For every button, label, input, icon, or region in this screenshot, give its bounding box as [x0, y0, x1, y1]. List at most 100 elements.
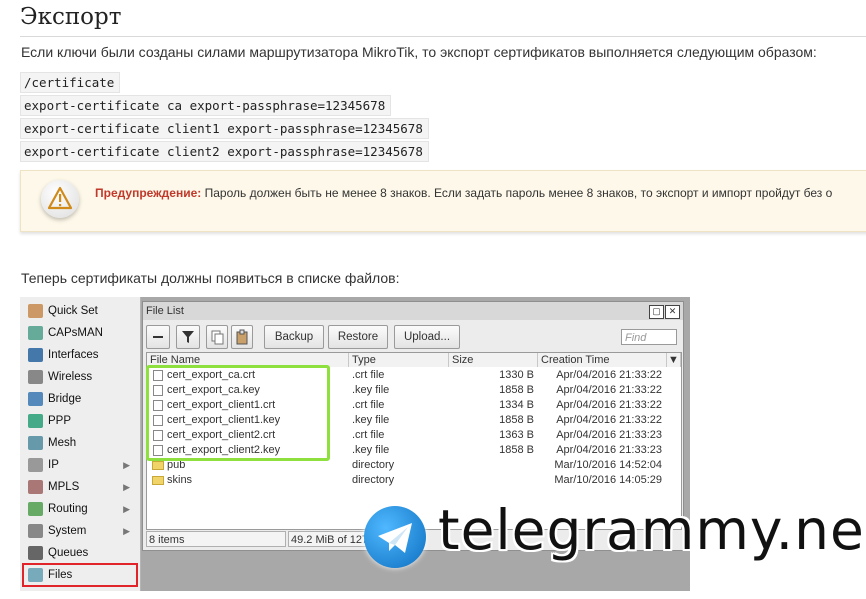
- folder-icon: [152, 476, 164, 485]
- remove-button[interactable]: [146, 325, 170, 349]
- folder-icon: [152, 461, 164, 470]
- code-line: export-certificate client1 export-passph…: [20, 118, 429, 139]
- file-type-cell: .crt file: [352, 369, 385, 381]
- wireless-icon: [28, 370, 43, 384]
- paste-icon: [236, 329, 248, 345]
- system-icon: [28, 524, 43, 538]
- file-type-cell: .key file: [352, 444, 390, 456]
- copy-button[interactable]: [206, 325, 228, 349]
- mesh-icon: [28, 436, 43, 450]
- file-type-cell: .key file: [352, 414, 390, 426]
- submenu-arrow-icon: ▶: [123, 482, 130, 492]
- file-time-cell: Mar/10/2016 14:52:04: [554, 459, 662, 471]
- submenu-arrow-icon: ▶: [123, 526, 130, 536]
- file-size-cell: 1363 B: [499, 429, 534, 441]
- maximize-icon[interactable]: ▢: [649, 305, 664, 319]
- file-name-cell: skins: [167, 474, 193, 486]
- sidebar-item-system[interactable]: System ▶: [20, 520, 138, 542]
- routing-icon: [28, 502, 43, 516]
- file-size-cell: 1330 B: [499, 369, 534, 381]
- column-header-size[interactable]: Size: [449, 353, 538, 367]
- sidebar-item-mpls[interactable]: MPLS ▶: [20, 476, 138, 498]
- bridge-icon: [28, 392, 43, 406]
- sidebar-item-label: Bridge: [48, 393, 82, 405]
- file-size-cell: 1858 B: [499, 384, 534, 396]
- warning-text: Предупреждение: Пароль должен быть не ме…: [95, 186, 832, 200]
- sidebar-item-label: IP: [48, 459, 59, 471]
- find-input[interactable]: Find: [621, 329, 677, 345]
- sidebar-item-mesh[interactable]: Mesh: [20, 432, 138, 454]
- column-header-type[interactable]: Type: [349, 353, 449, 367]
- interfaces-icon: [28, 348, 43, 362]
- sidebar-item-routing[interactable]: Routing ▶: [20, 498, 138, 520]
- backup-button[interactable]: Backup: [264, 325, 324, 349]
- minus-icon: [153, 336, 163, 338]
- sidebar-item-label: Quick Set: [48, 305, 98, 317]
- table-row[interactable]: skins directory Mar/10/2016 14:05:29: [147, 473, 681, 488]
- sidebar-item-bridge[interactable]: Bridge: [20, 388, 138, 410]
- warning-message: Пароль должен быть не менее 8 знаков. Ес…: [204, 186, 833, 200]
- file-time-cell: Apr/04/2016 21:33:22: [556, 414, 662, 426]
- status-item-count: 8 items: [146, 531, 286, 547]
- upload-button[interactable]: Upload...: [394, 325, 460, 349]
- file-size-cell: 1858 B: [499, 414, 534, 426]
- mpls-icon: [28, 480, 43, 494]
- sidebar-item-interfaces[interactable]: Interfaces: [20, 344, 138, 366]
- file-time-cell: Apr/04/2016 21:33:22: [556, 399, 662, 411]
- code-line: export-certificate client2 export-passph…: [20, 141, 429, 162]
- intro-text: Если ключи были созданы силами маршрутиз…: [21, 44, 817, 60]
- sidebar-item-ppp[interactable]: PPP: [20, 410, 138, 432]
- code-line: /certificate: [20, 72, 121, 93]
- file-type-cell: directory: [352, 459, 395, 471]
- warning-box: Предупреждение: Пароль должен быть не ме…: [20, 170, 866, 232]
- column-dropdown-icon[interactable]: ▼: [667, 353, 681, 367]
- submenu-arrow-icon: ▶: [123, 504, 130, 514]
- file-list-titlebar: File List ▢ ✕: [143, 302, 683, 320]
- telegram-logo: [364, 506, 426, 568]
- file-type-cell: .crt file: [352, 399, 385, 411]
- window-title: File List: [146, 305, 184, 317]
- paper-plane-icon: [378, 523, 412, 553]
- files-highlight: [22, 563, 138, 587]
- sidebar-item-capsman[interactable]: CAPsMAN: [20, 322, 138, 344]
- close-icon[interactable]: ✕: [665, 305, 680, 319]
- filter-icon: [182, 331, 194, 343]
- file-time-cell: Apr/04/2016 21:33:23: [556, 429, 662, 441]
- sidebar-item-label: Queues: [48, 547, 89, 559]
- queues-icon: [28, 546, 43, 560]
- ip-icon: [28, 458, 43, 472]
- file-time-cell: Mar/10/2016 14:05:29: [554, 474, 662, 486]
- sidebar-item-label: CAPsMAN: [48, 327, 103, 339]
- sidebar-item-ip[interactable]: IP ▶: [20, 454, 138, 476]
- file-size-cell: 1334 B: [499, 399, 534, 411]
- winbox-sidebar: Quick Set CAPsMAN Interfaces Wireless Bridge…: [20, 297, 141, 591]
- heading-divider: [20, 36, 866, 37]
- watermark-text: telegrammy.net: [438, 498, 866, 562]
- warning-icon: [47, 186, 73, 210]
- file-type-cell: .key file: [352, 384, 390, 396]
- warning-label: Предупреждение:: [95, 186, 202, 200]
- sidebar-item-label: Wireless: [48, 371, 93, 383]
- file-type-cell: .crt file: [352, 429, 385, 441]
- sidebar-item-wireless[interactable]: Wireless: [20, 366, 138, 388]
- copy-icon: [211, 330, 224, 345]
- ppp-icon: [28, 414, 43, 428]
- file-time-cell: Apr/04/2016 21:33:22: [556, 369, 662, 381]
- restore-button[interactable]: Restore: [328, 325, 388, 349]
- file-time-cell: Apr/04/2016 21:33:22: [556, 384, 662, 396]
- sidebar-item-label: Routing: [48, 503, 88, 515]
- column-header-time[interactable]: Creation Time: [538, 353, 667, 367]
- paste-button[interactable]: [231, 325, 253, 349]
- sidebar-item-label: MPLS: [48, 481, 80, 493]
- sidebar-item-label: Mesh: [48, 437, 77, 449]
- file-type-cell: directory: [352, 474, 395, 486]
- filter-button[interactable]: [176, 325, 200, 349]
- exported-files-highlight: [146, 365, 330, 461]
- code-line: export-certificate ca export-passphrase=…: [20, 95, 392, 116]
- sidebar-item-quick-set[interactable]: Quick Set: [20, 300, 138, 322]
- page-heading: Экспорт: [20, 4, 122, 30]
- warning-badge: [41, 180, 79, 218]
- submenu-arrow-icon: ▶: [123, 460, 130, 470]
- quick-set-icon: [28, 304, 43, 318]
- sidebar-item-queues[interactable]: Queues: [20, 542, 138, 564]
